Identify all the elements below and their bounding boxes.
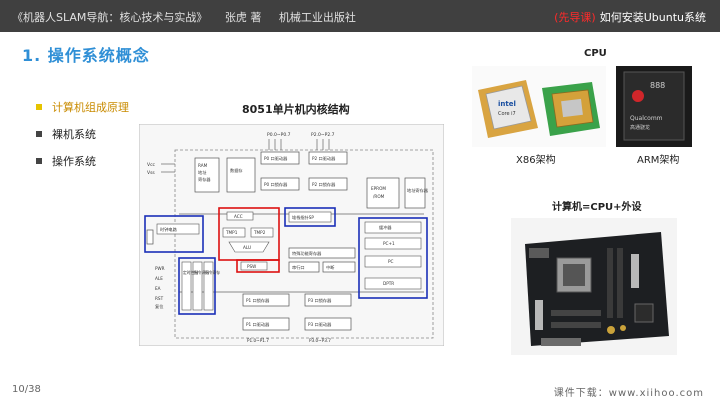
header-bar: 《机器人SLAM导航：核心技术与实战》 张虎 著 机械工业出版社 (先导课) 如何… [0,0,720,32]
label-addr-reg: 地址寄存器 [407,187,429,194]
label-p2-latch: P2 口锁存器 [312,181,336,188]
bullet-text: 计算机组成原理 [52,101,129,114]
slide: 《机器人SLAM导航：核心技术与实战》 张虎 著 机械工业出版社 (先导课) 如何… [0,0,720,405]
bullet-text: 裸机系统 [52,128,96,141]
label-sfr: 特殊功能寄存器 [292,250,322,257]
intel-logo-text: intel [498,100,516,108]
label-ram-addr: 地址 [198,169,207,175]
header-left: 《机器人SLAM导航：核心技术与实战》 张虎 著 机械工业出版社 [12,9,370,25]
x86-cpu-image: intel Core i7 [472,66,606,147]
label-dptr: DPTR [383,281,394,286]
bullet-square-icon [36,104,42,110]
pin-reset: 复位 [155,303,163,310]
course-topic: 如何安装Ubuntu系统 [599,11,706,24]
pin-p1: P1.0~P1.7 [247,338,269,343]
bullet-text: 操作系统 [52,155,96,168]
pin-vss: Vss [147,170,155,176]
bullet-list: 计算机组成原理 裸机系统 操作系统 [36,100,129,181]
label-acc: ACC [234,214,243,219]
pin-p2: P2.0~P2.7 [311,132,335,138]
slide-title: 1. 操作系统概念 [22,46,150,65]
header-right: (先导课) 如何安装Ubuntu系统 [554,9,706,25]
label-p3-drv: P3 口驱动器 [308,321,332,328]
label-tmp2: TMP2 [253,230,266,235]
label-p3-latch: P3 口锁存器 [308,297,332,304]
label-osc: 时钟电路 [160,226,178,233]
label-serial: 串行口 [292,264,305,271]
bullet-item: 操作系统 [36,154,129,168]
arm-caption: ARM架构 [637,155,680,166]
label-stack: 堆栈指针SP [292,214,314,221]
label-interrupt: 中断 [326,264,335,271]
pin-rst: RST [155,296,164,301]
pin-vcc: Vcc [147,162,156,168]
label-p1-drv: P1 口驱动器 [246,321,270,328]
intel-model-text: Core i7 [498,111,516,117]
label-ctrl-ireg: 指令寄存 [205,270,220,275]
cpu-heading: CPU [584,48,607,59]
label-p1-latch: P1 口锁存器 [246,297,270,304]
label-p2-drv: P2 口驱动器 [312,155,336,162]
pin-ale: ALE [155,276,163,281]
label-eprom: EPROM [371,186,386,191]
arm-brand-text: Qualcomm [630,115,663,122]
arm-sub-text: 高通骁龙 [630,124,650,131]
bullet-item: 计算机组成原理 [36,100,129,114]
label-rom: /ROM [373,194,385,199]
diagram-title: 8051单片机内核结构 [242,103,350,116]
author: 张虎 著 [224,11,262,24]
label-p0-latch: P0 口锁存器 [264,181,288,188]
bullet-item: 裸机系统 [36,127,129,141]
label-pc: PC [388,259,394,264]
mcu-block-diagram: P0.0~P0.7 P2.0~P2.7 Vcc Vss RAM 地址 寄存器 数… [139,124,444,346]
download-site: 课件下载：www.xiihoo.com [553,388,704,399]
pin-p3: P3.0~P3.7 [309,338,331,343]
arm-chip-number: 888 [650,81,665,90]
pin-ea: EA [155,286,161,291]
book-title: 《机器人SLAM导航：核心技术与实战》 [12,11,208,24]
label-alu: ALU [243,245,251,250]
label-pc-inc: PC+1 [383,241,395,246]
label-psw: PSW [247,264,256,269]
label-buffer: 缓冲器 [379,224,392,231]
computer-heading: 计算机=CPU+外设 [552,202,642,213]
page-number: 10/38 [12,384,41,395]
pin-pwr: PWR [155,266,165,271]
label-data-mem: 数据存 [230,167,243,174]
bullet-square-icon [36,131,42,137]
course-tag: (先导课) [554,11,596,24]
publisher: 机械工业出版社 [278,11,356,24]
pin-p0: P0.0~P0.7 [267,132,291,138]
motherboard-image [511,218,677,355]
label-ram: RAM [198,163,208,168]
arm-cpu-image: 888 Qualcomm 高通骁龙 [616,66,692,147]
bullet-square-icon [36,158,42,164]
x86-caption: X86架构 [516,155,556,166]
label-p0-drv: P0 口驱动器 [264,155,288,162]
label-ram-reg: 寄存器 [198,176,211,183]
label-tmp1: TMP1 [225,230,238,235]
